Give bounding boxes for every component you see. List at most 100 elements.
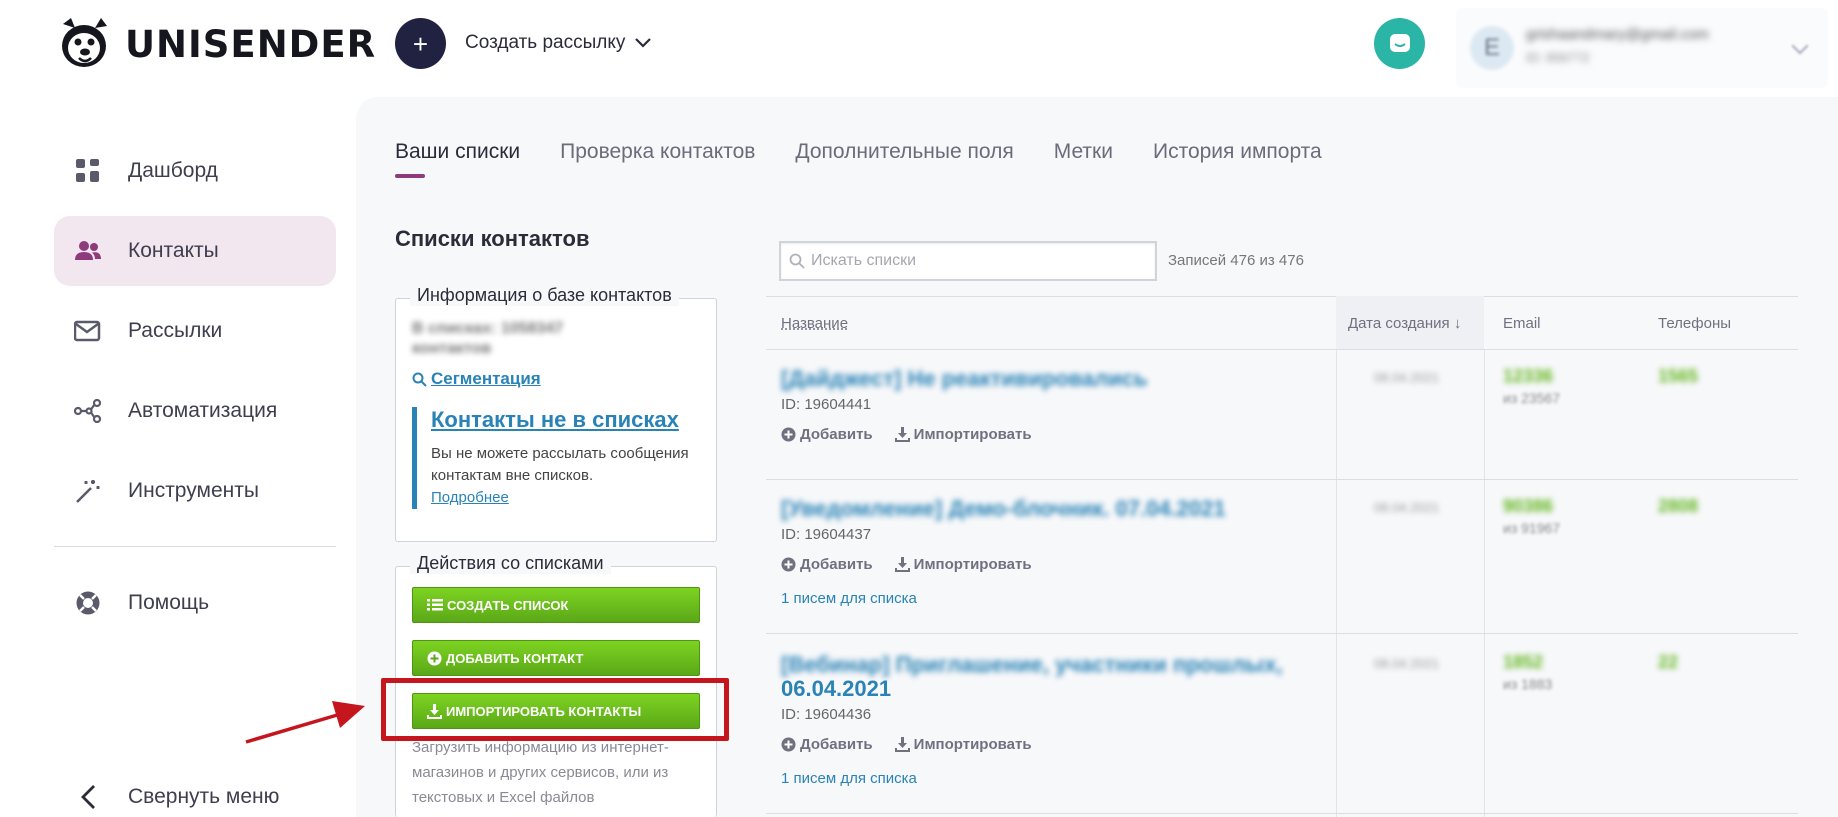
list-id: ID: 19604441: [781, 396, 872, 413]
search-icon: [789, 253, 805, 269]
actions-box-legend: Действия со списками: [410, 553, 611, 574]
list-phone-count: 2808: [1658, 496, 1699, 516]
brand-logo[interactable]: UNISENDER: [53, 16, 376, 72]
collapse-menu-button[interactable]: Свернуть меню: [54, 762, 336, 817]
list-name-link[interactable]: [Уведомление] Демо-блочник. 07.04.2021: [781, 496, 1226, 522]
letters-for-list-link[interactable]: 1 писем для списка: [781, 590, 917, 607]
collapse-menu-label: Свернуть меню: [128, 785, 280, 808]
sidebar-item-automation[interactable]: Автоматизация: [54, 376, 336, 446]
column-header-email[interactable]: Email: [1503, 315, 1541, 332]
search-lists-field[interactable]: [779, 241, 1157, 281]
page-title: Списки контактов: [395, 226, 590, 251]
column-separator: [1336, 350, 1337, 817]
table-divider: [766, 296, 1798, 297]
add-contact-to-list-button[interactable]: Добавить: [781, 556, 873, 573]
tab-tags[interactable]: Метки: [1054, 140, 1113, 178]
create-list-label: СОЗДАТЬ СПИСОК: [447, 597, 569, 613]
sidebar-item-help[interactable]: Помощь: [54, 568, 336, 638]
table-divider: [766, 349, 1798, 350]
people-icon: [74, 237, 102, 265]
list-name-link-line2[interactable]: 06.04.2021: [781, 676, 891, 702]
pointer-arrow-icon: [245, 701, 365, 744]
segmentation-label: Сегментация: [431, 369, 541, 388]
not-in-lists-callout: Контакты не в списках Вы не можете рассы…: [412, 407, 702, 509]
import-to-list-button[interactable]: Импортировать: [894, 556, 1032, 573]
grid-icon: [74, 157, 102, 185]
list-name-link[interactable]: [Дайджест] Не реактивировались: [781, 366, 1148, 392]
contacts-info-box: Информация о базе контактов В списках: 1…: [395, 285, 717, 542]
table-divider: [766, 633, 1798, 634]
list-date: 08.04.2021: [1374, 656, 1440, 671]
contacts-tabs: Ваши списки Проверка контактов Дополните…: [395, 140, 1322, 178]
create-campaign-label: Создать рассылку: [465, 32, 626, 53]
sidebar-item-label: Автоматизация: [128, 399, 278, 422]
magic-wand-icon: [74, 477, 102, 505]
plus-icon: +: [412, 28, 429, 59]
import-to-list-button[interactable]: Импортировать: [894, 426, 1032, 443]
add-contact-label: ДОБАВИТЬ КОНТАКТ: [446, 650, 584, 666]
tab-your-lists[interactable]: Ваши списки: [395, 140, 520, 178]
tab-contact-check[interactable]: Проверка контактов: [560, 140, 755, 178]
row-actions: Добавить Импортировать: [781, 556, 1032, 573]
list-id: ID: 19604436: [781, 706, 872, 723]
plus-circle-icon: [781, 427, 796, 442]
brand-name: UNISENDER: [125, 22, 377, 66]
column-header-name[interactable]: Название: [781, 315, 848, 332]
account-email: grishaandmary@gmail.com: [1526, 26, 1709, 43]
list-name-link[interactable]: [Вебинар] Приглашение, участники прошлых…: [781, 652, 1282, 678]
list-date: 08.04.2021: [1374, 500, 1440, 515]
dog-logo-icon: [62, 18, 107, 67]
chevron-down-icon: [635, 38, 652, 48]
tab-extra-fields[interactable]: Дополнительные поля: [795, 140, 1013, 178]
plus-circle-icon: [781, 737, 796, 752]
sidebar-item-label: Дашборд: [128, 159, 218, 182]
row-actions: Добавить Импортировать: [781, 426, 1032, 443]
download-icon: [894, 557, 910, 572]
flow-icon: [74, 397, 102, 425]
column-header-date[interactable]: Дата создания ↓: [1348, 315, 1461, 332]
account-menu[interactable]: E grishaandmary@gmail.com ID: 856772: [1456, 8, 1828, 88]
download-icon: [894, 737, 910, 752]
table-divider: [766, 813, 1798, 814]
sidebar-item-campaigns[interactable]: Рассылки: [54, 296, 336, 366]
list-email-count: 1852: [1503, 652, 1544, 672]
column-separator: [1484, 350, 1485, 817]
segmentation-link[interactable]: Сегментация: [412, 369, 541, 389]
support-chat-button[interactable]: [1374, 18, 1425, 69]
letters-for-list-link[interactable]: 1 писем для списка: [781, 770, 917, 787]
create-list-button[interactable]: СОЗДАТЬ СПИСОК: [412, 587, 700, 623]
list-date: 08.04.2021: [1374, 370, 1440, 385]
create-campaign-dropdown[interactable]: Создать рассылку: [465, 32, 652, 54]
sidebar-item-dashboard[interactable]: Дашборд: [54, 136, 336, 206]
chat-icon: [1389, 33, 1410, 52]
sidebar-item-contacts[interactable]: Контакты: [54, 216, 336, 286]
download-icon: [894, 427, 910, 442]
info-box-legend: Информация о базе контактов: [410, 285, 679, 306]
not-in-lists-link[interactable]: Контакты не в списках: [431, 407, 702, 433]
list-email-total: из 23567: [1503, 390, 1561, 406]
list-email-count: 12336: [1503, 366, 1554, 386]
sidebar-item-label: Рассылки: [128, 319, 223, 342]
add-contact-button[interactable]: ДОБАВИТЬ КОНТАКТ: [412, 640, 700, 676]
plus-circle-icon: [427, 651, 442, 665]
list-email-total: из 1883: [1503, 676, 1553, 692]
search-icon: [412, 372, 427, 387]
import-to-list-button[interactable]: Импортировать: [894, 736, 1032, 753]
chevron-down-icon: [1791, 37, 1809, 55]
import-highlight-box: [381, 678, 729, 741]
sidebar-item-label: Контакты: [128, 239, 219, 262]
sidebar-item-tools[interactable]: Инструменты: [54, 456, 336, 526]
column-header-phones[interactable]: Телефоны: [1658, 315, 1731, 332]
lifebuoy-icon: [74, 589, 102, 617]
add-contact-to-list-button[interactable]: Добавить: [781, 426, 873, 443]
create-campaign-button[interactable]: +: [395, 18, 446, 69]
add-contact-to-list-button[interactable]: Добавить: [781, 736, 873, 753]
row-actions: Добавить Импортировать: [781, 736, 1032, 753]
learn-more-link[interactable]: Подробнее: [431, 487, 702, 509]
plus-circle-icon: [781, 557, 796, 572]
records-count: Записей 476 из 476: [1168, 252, 1304, 269]
mail-icon: [74, 317, 102, 345]
search-input[interactable]: [811, 252, 1141, 270]
avatar: E: [1470, 26, 1514, 70]
tab-import-history[interactable]: История импорта: [1153, 140, 1322, 178]
